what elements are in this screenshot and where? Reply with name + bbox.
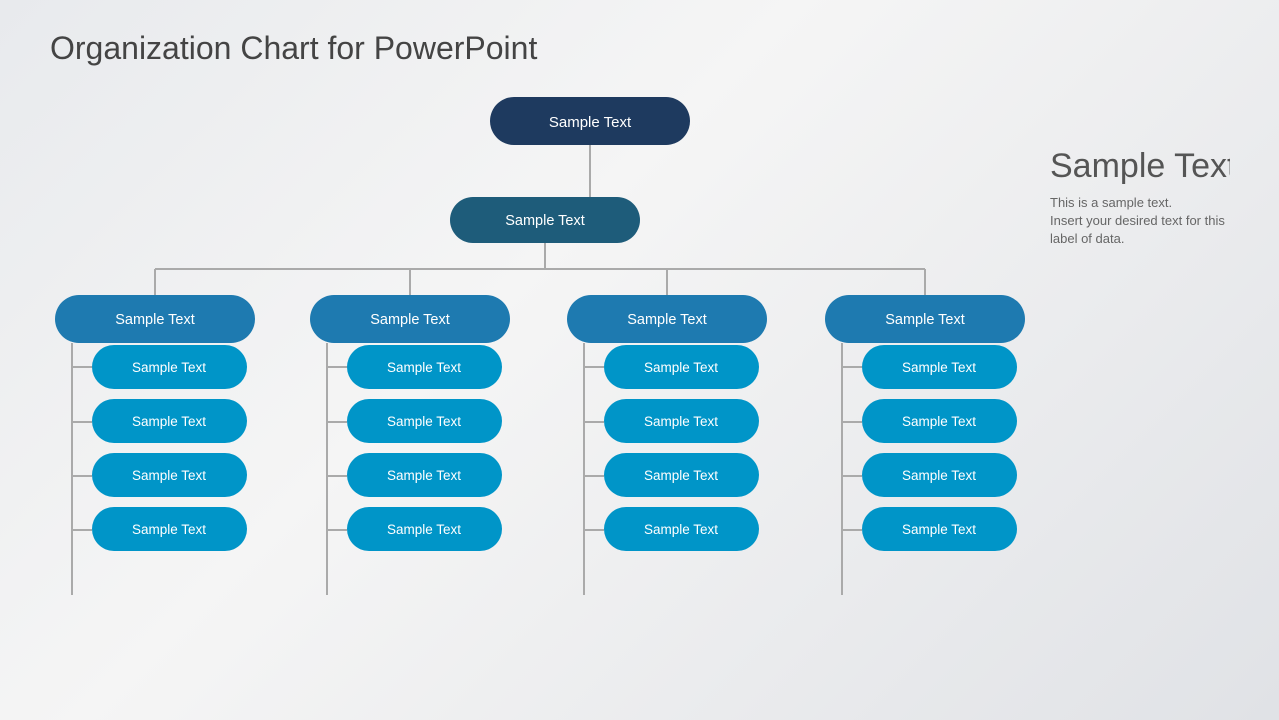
col3-sub2: Sample Text bbox=[902, 414, 976, 429]
sidebar-desc2: Insert your desired text for this bbox=[1050, 213, 1225, 228]
col0-sub3: Sample Text bbox=[132, 468, 206, 483]
col1-sub3: Sample Text bbox=[387, 468, 461, 483]
chart-svg: Sample Text Sample Text Sample Text bbox=[50, 87, 1230, 697]
col2-header: Sample Text bbox=[627, 312, 707, 328]
col0-sub1: Sample Text bbox=[132, 360, 206, 375]
sidebar-heading: Sample Text bbox=[1050, 147, 1230, 185]
col2-sub1: Sample Text bbox=[644, 360, 718, 375]
col3-sub1: Sample Text bbox=[902, 360, 976, 375]
col2-sub4: Sample Text bbox=[644, 522, 718, 537]
col0-sub2: Sample Text bbox=[132, 414, 206, 429]
col1-sub2: Sample Text bbox=[387, 414, 461, 429]
sidebar-desc3: label of data. bbox=[1050, 231, 1124, 246]
page: Organization Chart for PowerPoint Sample… bbox=[0, 0, 1279, 720]
col0-sub4: Sample Text bbox=[132, 522, 206, 537]
col1-sub4: Sample Text bbox=[387, 522, 461, 537]
col1-header: Sample Text bbox=[370, 312, 450, 328]
col1-sub1: Sample Text bbox=[387, 360, 461, 375]
col2-sub3: Sample Text bbox=[644, 468, 718, 483]
col3-header: Sample Text bbox=[885, 312, 965, 328]
root-label: Sample Text bbox=[549, 114, 632, 131]
col3-sub3: Sample Text bbox=[902, 468, 976, 483]
level1-label: Sample Text bbox=[505, 213, 585, 229]
sidebar-desc1: This is a sample text. bbox=[1050, 195, 1172, 210]
col0-header: Sample Text bbox=[115, 312, 195, 328]
org-chart: Sample Text Sample Text Sample Text bbox=[50, 87, 1230, 697]
col3-sub4: Sample Text bbox=[902, 522, 976, 537]
page-title: Organization Chart for PowerPoint bbox=[50, 30, 1229, 67]
col2-sub2: Sample Text bbox=[644, 414, 718, 429]
